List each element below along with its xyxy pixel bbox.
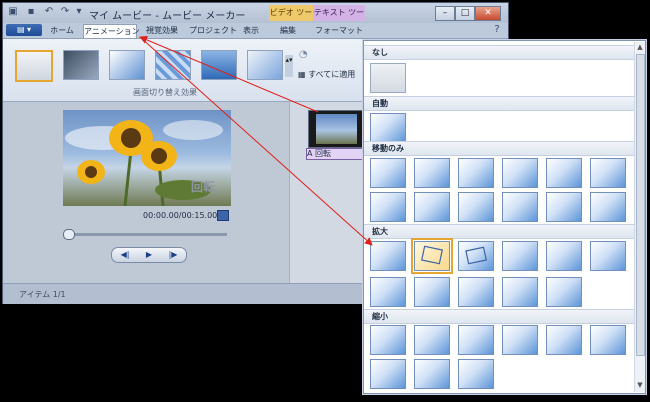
arrow-to-zoom-section [139,36,373,246]
arrow-to-animations-tab [139,36,319,113]
annotation-arrows [139,36,373,246]
